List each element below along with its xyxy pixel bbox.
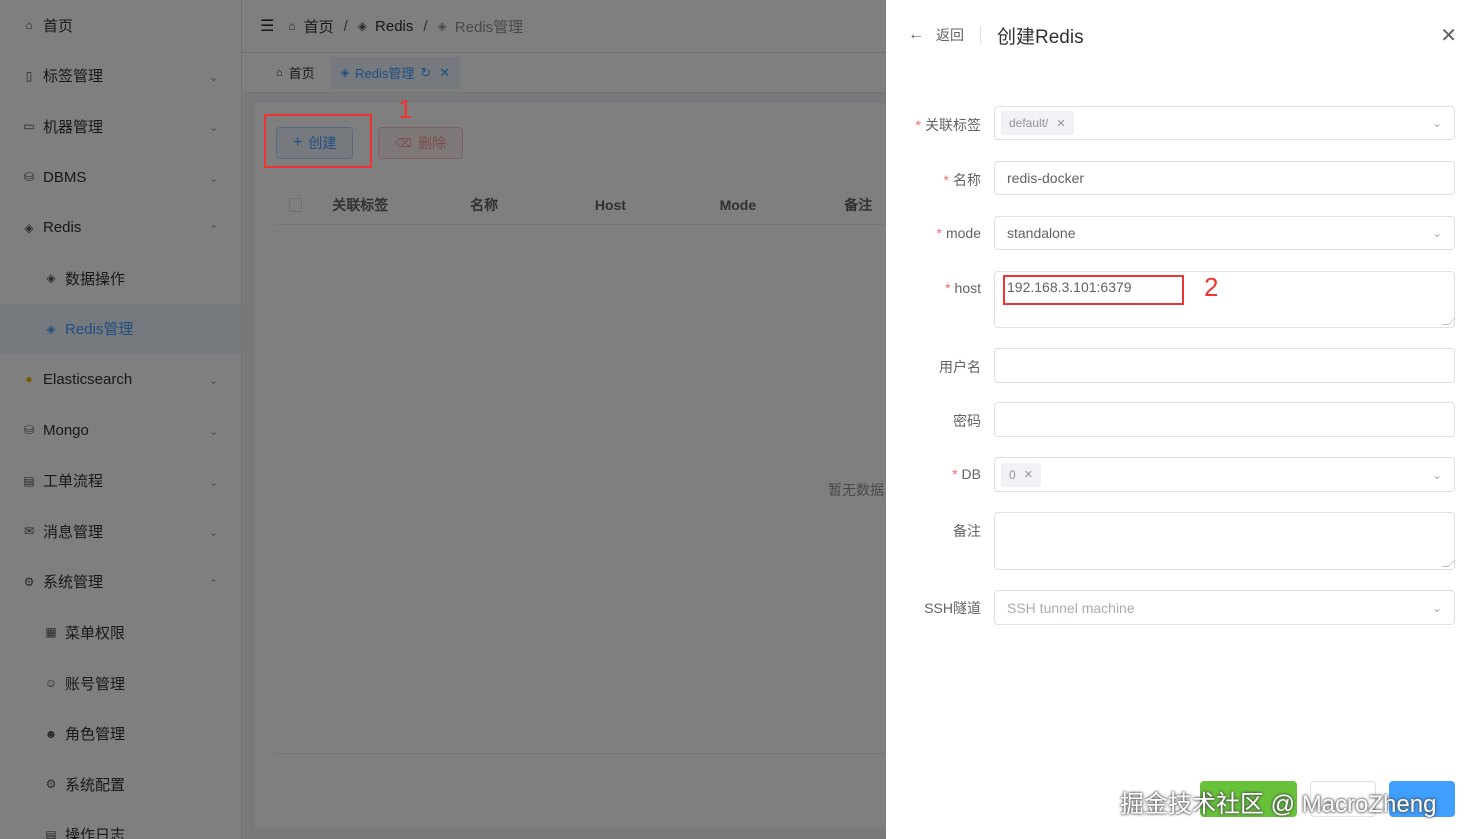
form-label-text: 名称 bbox=[953, 172, 981, 188]
watermark: 掘金技术社区 @ MacroZheng bbox=[1120, 791, 1437, 818]
chevron-down-icon: ⌄ bbox=[1431, 226, 1442, 240]
form-label-host: * host bbox=[945, 280, 981, 296]
create-redis-drawer: ← 返回 创建Redis ✕ * 关联标签 default/✕ ⌄ * 名称 red… bbox=[886, 0, 1477, 839]
back-button[interactable]: ← 返回 bbox=[908, 25, 964, 45]
drawer-header: ← 返回 创建Redis ✕ bbox=[908, 22, 1457, 48]
chevron-down-icon: ⌄ bbox=[1431, 467, 1442, 482]
required-mark: * bbox=[915, 117, 921, 133]
db-chip-label: 0 bbox=[1009, 467, 1016, 482]
required-mark: * bbox=[943, 172, 949, 188]
form-label-password: 密码 bbox=[953, 411, 981, 431]
chevron-down-icon: ⌄ bbox=[1431, 116, 1442, 130]
db-chip: 0 ✕ bbox=[1001, 462, 1041, 487]
drawer-title: 创建Redis bbox=[997, 26, 1084, 48]
mode-value: standalone bbox=[1007, 225, 1076, 241]
remark-textarea[interactable] bbox=[994, 512, 1456, 570]
form-label-text: 关联标签 bbox=[925, 117, 981, 133]
tag-chip-label: default/ bbox=[1009, 116, 1049, 130]
resize-handle[interactable] bbox=[1441, 318, 1456, 325]
required-mark: * bbox=[952, 466, 958, 482]
password-input[interactable] bbox=[994, 402, 1455, 437]
mode-select[interactable]: standalone ⌄ bbox=[994, 216, 1455, 250]
tag-chip: default/ ✕ bbox=[1001, 111, 1074, 135]
chip-close-icon[interactable]: ✕ bbox=[1056, 117, 1065, 130]
form-label-text: SSH隧道 bbox=[924, 600, 981, 616]
form-label-text: 用户名 bbox=[939, 359, 981, 375]
resize-handle[interactable] bbox=[1441, 560, 1456, 567]
chevron-down-icon: ⌄ bbox=[1431, 600, 1442, 615]
name-input[interactable]: redis-docker bbox=[994, 161, 1455, 195]
form-label-text: host bbox=[954, 280, 981, 296]
form-label-tag: * 关联标签 bbox=[916, 115, 981, 135]
tag-select[interactable]: default/ ✕ ⌄ bbox=[994, 106, 1455, 140]
ssh-placeholder: SSH tunnel machine bbox=[1007, 599, 1135, 616]
required-mark: * bbox=[945, 280, 951, 296]
annotation-box-2 bbox=[1003, 275, 1184, 305]
annotation-number-1: 1 bbox=[398, 94, 413, 124]
form-label-username: 用户名 bbox=[939, 357, 981, 377]
ssh-tunnel-select[interactable]: SSH tunnel machine ⌄ bbox=[994, 590, 1455, 625]
form-label-ssh: SSH隧道 bbox=[924, 598, 981, 618]
db-select[interactable]: 0 ✕ ⌄ bbox=[994, 457, 1455, 492]
form-label-text: mode bbox=[945, 225, 981, 241]
name-value: redis-docker bbox=[1007, 170, 1085, 186]
username-input[interactable] bbox=[994, 348, 1455, 383]
back-label: 返回 bbox=[936, 27, 964, 43]
annotation-box-1 bbox=[264, 114, 372, 168]
form-label-mode: * mode bbox=[937, 225, 981, 241]
form-label-name: * 名称 bbox=[944, 170, 981, 190]
required-mark: * bbox=[936, 225, 942, 241]
modal-mask[interactable] bbox=[0, 0, 886, 839]
form-label-remark: 备注 bbox=[953, 521, 981, 541]
chip-close-icon[interactable]: ✕ bbox=[1024, 468, 1033, 481]
form-label-db: * DB bbox=[952, 466, 981, 482]
form-label-text: 备注 bbox=[953, 523, 981, 539]
divider bbox=[980, 26, 981, 44]
close-icon[interactable]: ✕ bbox=[1440, 23, 1457, 48]
annotation-number-2: 2 bbox=[1204, 272, 1219, 302]
form-label-text: 密码 bbox=[953, 413, 981, 429]
form-label-text: DB bbox=[961, 466, 981, 482]
arrow-left-icon: ← bbox=[908, 26, 924, 43]
